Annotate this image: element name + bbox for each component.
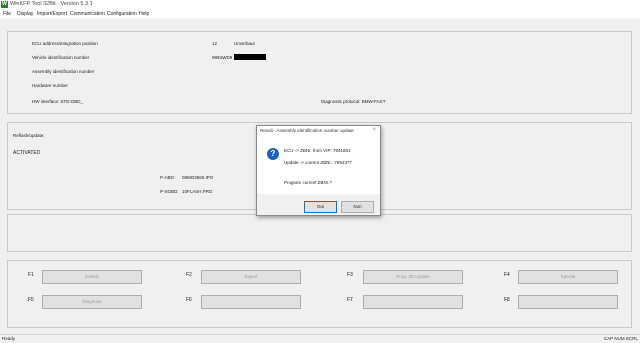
window-title: WinKFP Tool 32Bit - Version 5.3.1 (10, 1, 93, 7)
f6-key-label: F6 (186, 297, 192, 303)
diagnostic-protocol-label: Diagnostic protocol: BMW-FAST (321, 99, 386, 104)
f2-key-label: F2 (186, 272, 192, 278)
reflash-status: ACTIVATED (13, 150, 41, 156)
pabd-value: 09MO3560.IPO (182, 175, 214, 180)
f5-button[interactable]: Diagnose (42, 295, 142, 309)
f8-button[interactable] (518, 295, 618, 309)
menu-bar: File Display Import/Export Communication… (0, 10, 640, 18)
function-keys-panel: F1 Zielinfo F2 Expert F3 Prog. ZB Update… (7, 260, 632, 328)
reflash-label: Reflash/update: (13, 133, 45, 138)
f7-button[interactable] (363, 295, 463, 309)
f7-key-label: F7 (347, 297, 353, 303)
app-icon: W (1, 1, 8, 8)
dialog-title: Result - Assembly identification number … (260, 128, 354, 133)
psgbd-value: 10FLASH.PRG (182, 189, 213, 194)
psgbd-label: P-SGBD: (160, 189, 179, 194)
menu-communication[interactable]: Communication (70, 11, 105, 17)
ecu-address-status: Unverbaut (234, 41, 255, 46)
dialog-line-prompt: Program current ZBNr.? (284, 180, 332, 185)
hw-interface-label: HW interface: STD:OBD_ (32, 99, 84, 104)
status-text: Ready (2, 336, 16, 341)
f4-button[interactable]: Spezial (518, 270, 618, 284)
close-icon[interactable]: × (372, 127, 376, 133)
dialog-body: ? ECU -> ZBNr. from VrP: 7841651 Update … (257, 136, 380, 194)
status-bar: Ready CAP NUM SCRL (0, 334, 640, 343)
dialog-title-bar: Result - Assembly identification number … (257, 126, 380, 136)
pabd-label: P-ABD: (160, 175, 176, 180)
dialog-line-zbnr-vrp: ECU -> ZBNr. from VrP: 7841651 (284, 148, 351, 153)
f1-button[interactable]: Zielinfo (42, 270, 142, 284)
redaction-bar (234, 54, 266, 60)
vin-label: Vehicle identification number (32, 55, 90, 60)
f4-key-label: F4 (504, 272, 510, 278)
message-panel (7, 214, 632, 252)
result-dialog: Result - Assembly identification number … (256, 125, 381, 216)
f3-button[interactable]: Prog. ZB Update (363, 270, 463, 284)
f8-key-label: F8 (504, 297, 510, 303)
status-indicators: CAP NUM SCRL (604, 336, 638, 341)
dialog-line-update: Update -> current ZBNr.: 7854377 (284, 160, 352, 165)
hardware-number-label: Hardware number (32, 83, 69, 88)
ok-button[interactable]: Oui (304, 201, 337, 213)
cancel-button[interactable]: Non (341, 201, 374, 213)
assembly-id-label: Assembly identification number (32, 69, 95, 74)
f6-button[interactable] (201, 295, 301, 309)
menu-configuration[interactable]: Configuration (107, 11, 137, 17)
f1-key-label: F1 (28, 272, 34, 278)
ecu-address-value: 12 (212, 41, 218, 46)
menu-help[interactable]: Help (139, 11, 149, 17)
ecu-address-label: ECU address/integration position (32, 41, 98, 46)
title-bar: W WinKFP Tool 32Bit - Version 5.3.1 (0, 0, 640, 10)
question-icon: ? (267, 148, 279, 160)
ecu-info-panel: ECU address/integration position 12 Unve… (7, 31, 632, 114)
f2-button[interactable]: Expert (201, 270, 301, 284)
f5-key-label: F5 (28, 297, 34, 303)
f3-key-label: F3 (347, 272, 353, 278)
menu-file[interactable]: File (3, 11, 11, 17)
menu-display[interactable]: Display (17, 11, 33, 17)
menu-import-export[interactable]: Import/Export (37, 11, 67, 17)
vin-value: WBSWD9 (212, 55, 233, 60)
